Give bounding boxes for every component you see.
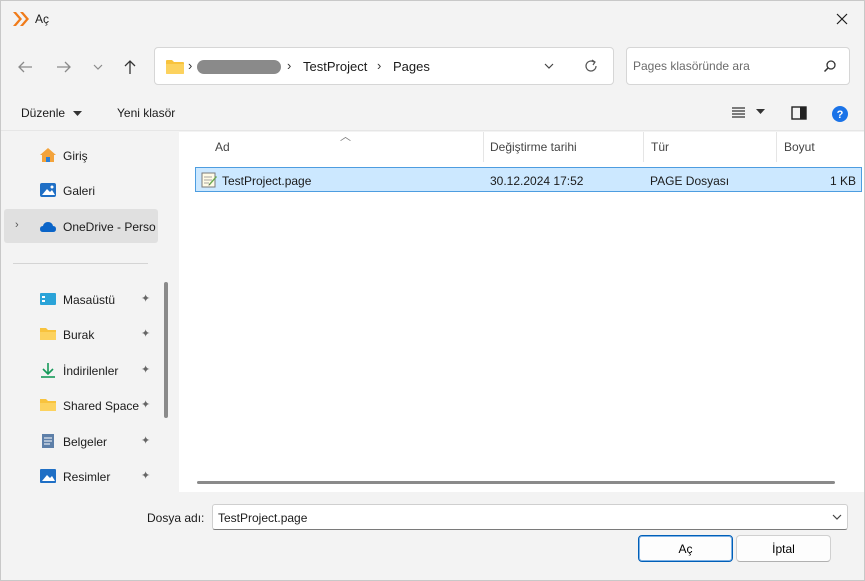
sidebar-item-label: Galeri <box>63 184 96 198</box>
window-title: Aç <box>35 12 50 26</box>
app-logo-icon <box>13 12 29 26</box>
sidebar-item-desktop[interactable]: Masaüstü ✦ <box>4 282 158 316</box>
filename-label: Dosya adı: <box>147 511 205 525</box>
sidebar-scrollbar[interactable] <box>164 282 168 418</box>
search-input[interactable] <box>633 56 813 76</box>
file-size: 1 KB <box>829 174 856 188</box>
desktop-icon <box>40 293 56 305</box>
svg-text:?: ? <box>837 109 844 121</box>
refresh-icon[interactable] <box>583 58 599 74</box>
filename-input[interactable] <box>218 509 808 527</box>
pin-icon: ✦ <box>141 364 151 376</box>
address-bar[interactable]: › › TestProject › Pages <box>154 47 614 85</box>
navigation-bar: › › TestProject › Pages <box>1 37 864 97</box>
sidebar-item-home[interactable]: Giriş <box>4 138 158 172</box>
pin-icon: ✦ <box>141 399 151 411</box>
close-button[interactable] <box>824 3 860 35</box>
pictures-icon <box>40 469 56 483</box>
dialog-footer: Dosya adı: Aç İptal <box>1 492 864 580</box>
arrow-left-icon <box>18 61 32 73</box>
open-file-dialog: Aç › › TestProject › Pages Pages klasörü… <box>0 0 865 581</box>
chevron-down-icon[interactable] <box>831 511 843 523</box>
horizontal-scrollbar[interactable] <box>197 481 835 484</box>
preview-pane-icon <box>791 106 807 120</box>
sort-ascending-icon: ︿ <box>340 131 351 143</box>
organize-button[interactable]: Düzenle <box>21 106 83 120</box>
breadcrumb-separator: › <box>377 58 382 73</box>
file-row-selected[interactable]: TestProject.page 30.12.2024 17:52 PAGE D… <box>195 167 862 192</box>
preview-pane-button[interactable] <box>791 106 807 123</box>
download-icon <box>41 363 55 378</box>
file-type: PAGE Dosyası <box>650 174 730 188</box>
breadcrumb-pages[interactable]: Pages <box>393 59 430 74</box>
file-name: TestProject.page <box>222 174 312 188</box>
breadcrumb-separator: › <box>287 58 292 73</box>
organize-label: Düzenle <box>21 106 66 120</box>
sidebar-item-pictures[interactable]: Resimler ✦ <box>4 459 158 492</box>
caret-down-icon <box>73 111 83 116</box>
column-header-modified[interactable]: Değiştirme tarihi <box>490 132 577 162</box>
sidebar-item-burak[interactable]: Burak ✦ <box>4 317 158 351</box>
file-modified: 30.12.2024 17:52 <box>490 174 584 188</box>
back-button[interactable] <box>11 53 39 81</box>
file-list: ︿ Ad Değiştirme tarihi Tür Boyut TestPro… <box>179 131 864 492</box>
redacted-path-segment <box>197 60 281 74</box>
command-bar: Düzenle Yeni klasör ? <box>1 97 864 131</box>
document-icon <box>42 434 54 448</box>
sidebar-item-label: Giriş <box>63 149 88 163</box>
breadcrumb-separator: › <box>188 58 193 73</box>
arrow-up-icon <box>124 60 136 74</box>
sidebar-item-onedrive[interactable]: › OneDrive - Perso <box>4 209 158 243</box>
recent-locations-button[interactable] <box>84 53 112 81</box>
close-icon <box>836 13 848 25</box>
page-file-icon <box>201 172 217 188</box>
chevron-right-icon[interactable]: › <box>15 219 19 231</box>
search-box[interactable] <box>626 47 850 85</box>
folder-icon <box>40 399 56 411</box>
new-folder-button[interactable]: Yeni klasör <box>117 106 175 120</box>
sidebar-item-downloads[interactable]: İndirilenler ✦ <box>4 353 158 387</box>
sidebar-item-gallery[interactable]: Galeri <box>4 173 158 207</box>
sidebar-item-label: OneDrive - Perso <box>63 220 156 234</box>
home-icon <box>40 148 56 162</box>
help-button[interactable]: ? <box>831 105 849 126</box>
pin-icon: ✦ <box>141 293 151 305</box>
column-header-size[interactable]: Boyut <box>784 132 815 162</box>
column-header-name[interactable]: Ad <box>215 132 230 162</box>
cloud-icon <box>40 222 56 232</box>
navigation-pane: Giriş Galeri › OneDrive - Perso Masaüstü… <box>1 132 171 492</box>
caret-down-icon <box>756 109 766 114</box>
list-view-icon <box>732 107 745 118</box>
pin-icon: ✦ <box>141 470 151 482</box>
folder-icon <box>40 328 56 340</box>
column-divider[interactable] <box>643 132 644 162</box>
column-divider[interactable] <box>776 132 777 162</box>
breadcrumb-testproject[interactable]: TestProject <box>303 59 367 74</box>
open-button[interactable]: Aç <box>638 535 733 562</box>
up-button[interactable] <box>116 53 144 81</box>
gallery-icon <box>40 183 56 197</box>
sidebar-item-label: Shared Space <box>63 399 140 413</box>
chevron-down-icon <box>93 64 103 70</box>
pin-icon: ✦ <box>141 435 151 447</box>
sidebar-item-shared-space[interactable]: Shared Space ✦ <box>4 388 158 422</box>
sidebar-item-documents[interactable]: Belgeler ✦ <box>4 424 158 458</box>
chevron-down-icon[interactable] <box>543 59 555 73</box>
filename-combobox[interactable] <box>212 504 848 530</box>
arrow-right-icon <box>57 61 71 73</box>
help-icon: ? <box>832 106 848 122</box>
title-bar: Aç <box>1 1 864 37</box>
forward-button[interactable] <box>50 53 78 81</box>
cancel-button[interactable]: İptal <box>736 535 831 562</box>
column-header-type[interactable]: Tür <box>651 132 669 162</box>
view-options-button[interactable] <box>731 106 766 121</box>
search-icon[interactable] <box>823 59 837 73</box>
column-divider[interactable] <box>483 132 484 162</box>
sidebar-divider <box>13 263 148 264</box>
folder-icon <box>166 60 184 74</box>
pin-icon: ✦ <box>141 328 151 340</box>
